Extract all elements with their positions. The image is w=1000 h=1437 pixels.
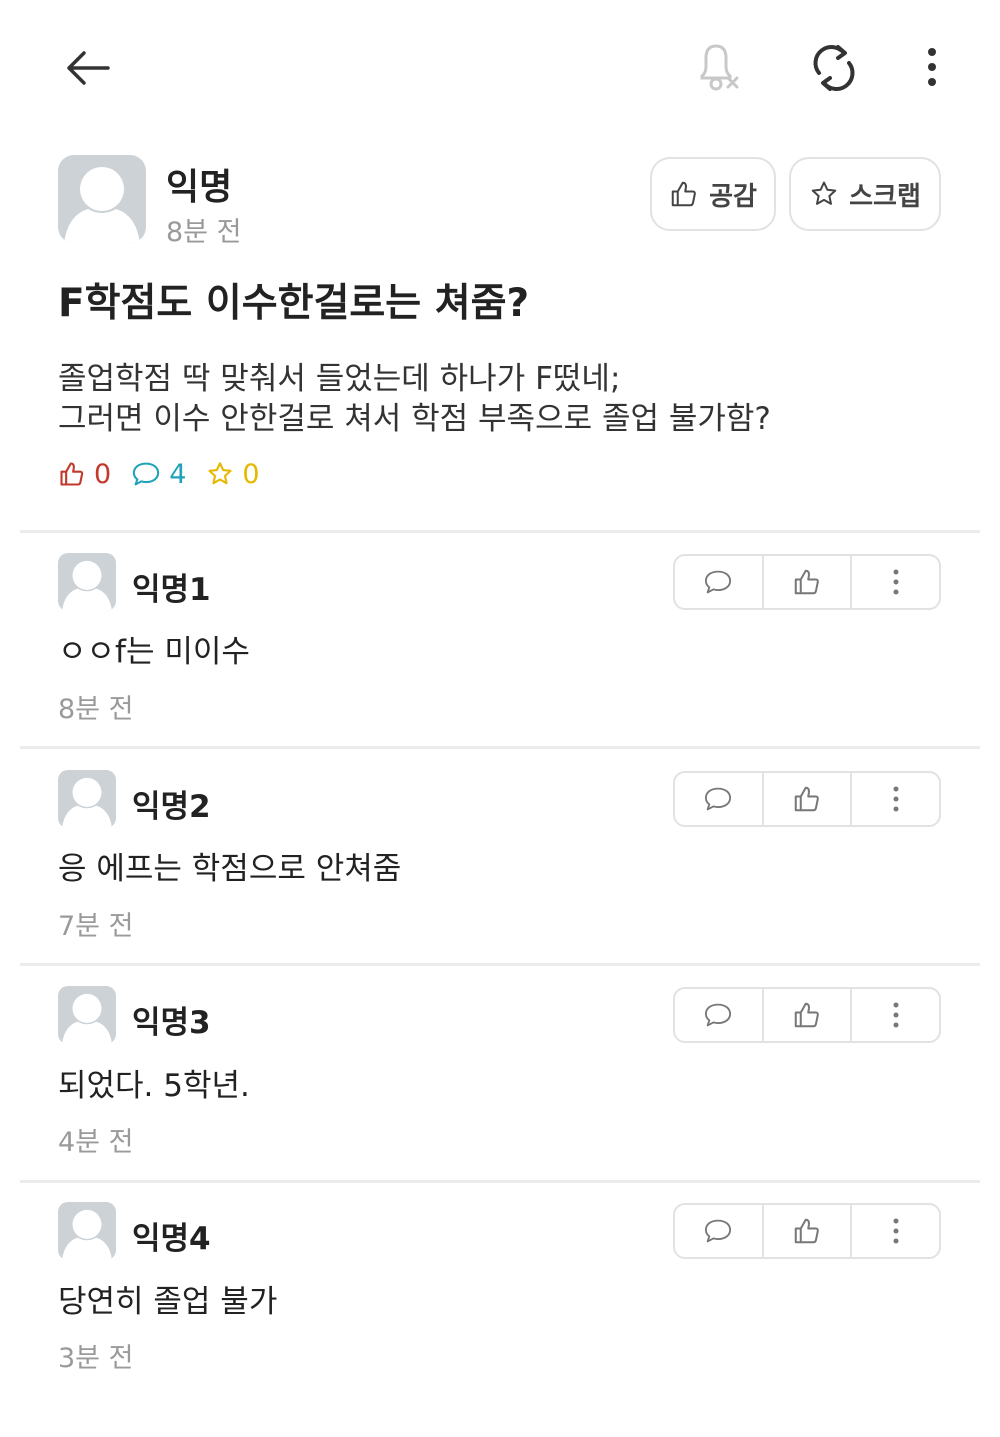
comment-more-button[interactable]: [850, 1205, 939, 1257]
like-button[interactable]: 공감: [650, 157, 776, 231]
avatar: [58, 1202, 116, 1260]
post-body-line: 그러면 이수 안한걸로 쳐서 학점 부족으로 졸업 불가함?: [58, 401, 771, 437]
default-avatar-icon: [64, 167, 140, 243]
bell-off-icon: [700, 44, 739, 91]
thumbs-up-icon: [794, 1002, 819, 1028]
avatar: [58, 770, 116, 828]
default-avatar-icon: [61, 1209, 113, 1260]
post-body-line: 졸업학점 딱 맞춰서 들었는데 하나가 F떴네;: [58, 361, 621, 397]
comment-actions: [673, 1203, 941, 1259]
comment-like-button[interactable]: [761, 1205, 851, 1257]
comment-text: ㅇㅇf는 미이수: [58, 634, 250, 670]
thumbs-up-icon: [794, 786, 819, 812]
like-button-label: 공감: [709, 181, 757, 212]
speech-bubble-icon: [705, 1003, 732, 1027]
comment-text: 당연히 졸업 불가: [58, 1284, 278, 1320]
more-vertical-icon: [893, 1218, 899, 1244]
refresh-button[interactable]: [806, 40, 862, 96]
scrap-count-stat: 0: [206, 458, 260, 490]
reply-button[interactable]: [675, 989, 762, 1041]
comment-time: 7분 전: [58, 911, 134, 942]
comment-more-button[interactable]: [850, 773, 939, 825]
more-vertical-icon: [893, 1002, 899, 1028]
like-count: 0: [94, 458, 112, 490]
comment-actions: [673, 771, 941, 827]
avatar: [58, 155, 146, 243]
post-stats: 0 4 0: [58, 454, 280, 494]
scrap-count: 0: [242, 458, 260, 490]
avatar: [58, 986, 116, 1044]
default-avatar-icon: [61, 560, 113, 611]
avatar: [58, 553, 116, 611]
more-vertical-icon: [893, 569, 899, 595]
speech-bubble-icon: [133, 462, 160, 486]
more-options-button[interactable]: [912, 40, 952, 96]
speech-bubble-icon: [705, 570, 732, 594]
comment-more-button[interactable]: [850, 556, 939, 608]
arrow-left-icon: [67, 51, 110, 85]
comment-actions: [673, 554, 941, 610]
more-vertical-icon: [928, 48, 936, 86]
post-title: F학점도 이수한걸로는 쳐줌?: [58, 281, 530, 326]
star-icon: [208, 462, 232, 485]
comment-like-button[interactable]: [761, 556, 851, 608]
scrap-button[interactable]: 스크랩: [789, 157, 941, 231]
comment-time: 3분 전: [58, 1343, 134, 1374]
notification-toggle-button[interactable]: [690, 40, 746, 96]
top-bar: [0, 0, 1000, 130]
comment-like-button[interactable]: [761, 989, 851, 1041]
divider: [20, 746, 980, 749]
thumbs-up-icon: [671, 181, 696, 207]
comment-author: 익명3: [132, 1005, 211, 1041]
default-avatar-icon: [61, 777, 113, 828]
reply-button[interactable]: [675, 1205, 762, 1257]
divider: [20, 1180, 980, 1183]
comment-count: 4: [169, 458, 187, 490]
comment-time: 8분 전: [58, 694, 134, 725]
post-time: 8분 전: [166, 217, 242, 248]
thumbs-up-icon: [794, 1218, 819, 1244]
comment-author: 익명2: [132, 789, 211, 825]
divider: [20, 530, 980, 533]
thumbs-up-icon: [60, 462, 84, 486]
comment-time: 4분 전: [58, 1127, 134, 1158]
reply-button[interactable]: [675, 773, 762, 825]
divider: [20, 963, 980, 966]
comment-count-stat: 4: [131, 459, 186, 490]
comment-actions: [673, 987, 941, 1043]
comment-more-button[interactable]: [850, 989, 939, 1041]
more-vertical-icon: [893, 786, 899, 812]
thumbs-up-icon: [794, 569, 819, 595]
comment-author: 익명4: [132, 1221, 211, 1257]
star-icon: [811, 181, 837, 205]
refresh-icon: [813, 45, 855, 91]
like-count-stat: 0: [58, 459, 111, 490]
comment-text: 되었다. 5학년.: [58, 1068, 250, 1104]
back-button[interactable]: [60, 40, 116, 96]
reply-button[interactable]: [675, 556, 762, 608]
scrap-button-label: 스크랩: [849, 181, 921, 212]
comment-author: 익명1: [132, 572, 211, 608]
speech-bubble-icon: [705, 787, 732, 811]
comment-like-button[interactable]: [761, 773, 851, 825]
post-author: 익명: [166, 167, 233, 208]
speech-bubble-icon: [705, 1219, 732, 1243]
comment-text: 응 에프는 학점으로 안쳐줌: [58, 851, 402, 887]
default-avatar-icon: [61, 993, 113, 1044]
